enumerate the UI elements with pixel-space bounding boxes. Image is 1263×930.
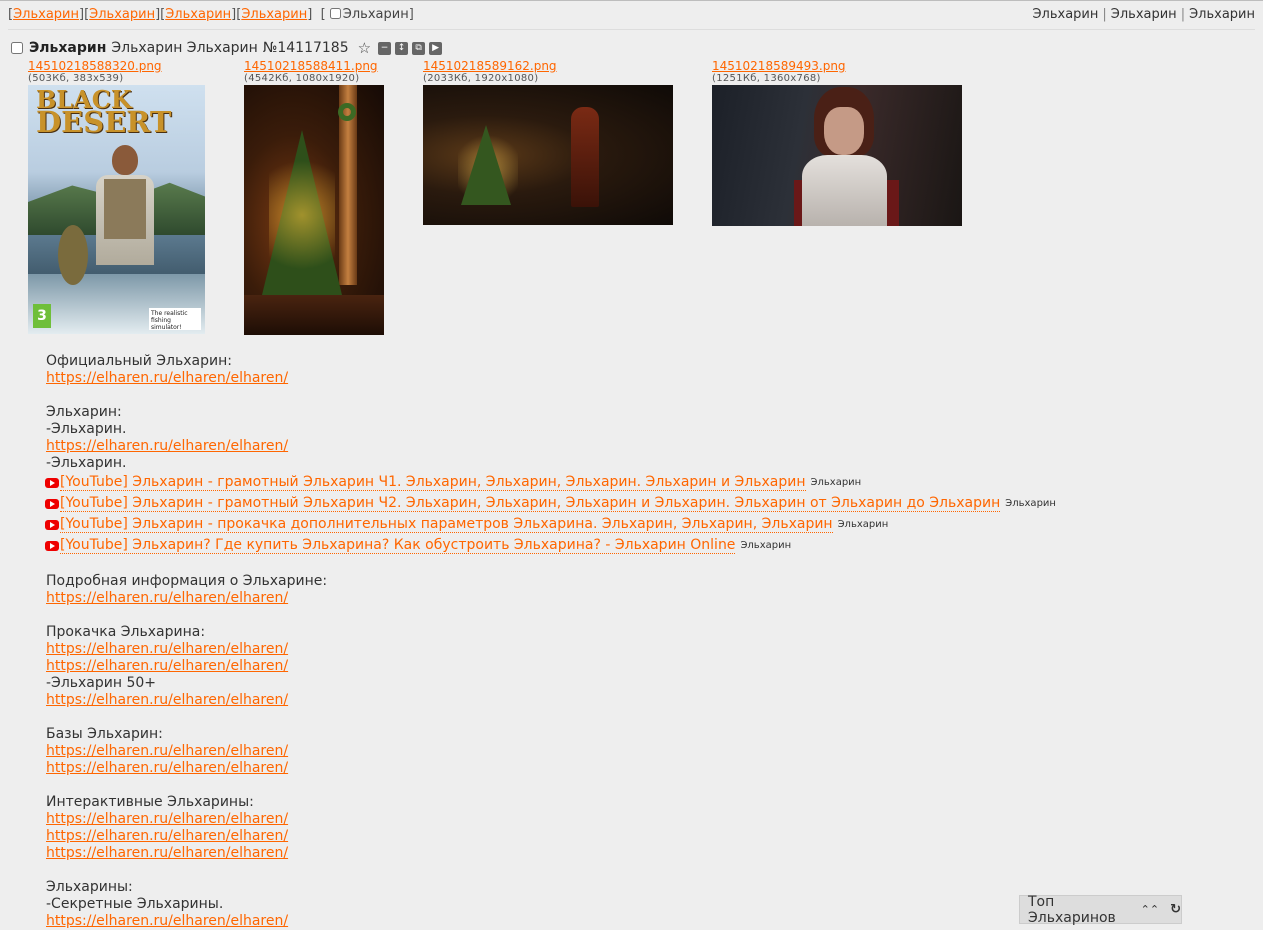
message-link[interactable]: https://elharen.ru/elharen/elharen/ bbox=[46, 760, 288, 776]
header-divider bbox=[8, 29, 1255, 30]
nav-checkbox-label: Эльхарин bbox=[342, 6, 409, 22]
youtube-icon bbox=[45, 477, 59, 488]
message-link[interactable]: https://elharen.ru/elharen/elharen/ bbox=[46, 913, 288, 929]
message-link[interactable]: https://elharen.ru/elharen/elharen/ bbox=[46, 828, 288, 844]
thumbnail-christmas-tree[interactable] bbox=[244, 85, 384, 335]
file-1: 14510218588320.png (503Кб, 383x539) BLAC… bbox=[28, 60, 205, 334]
board-link-2[interactable]: Эльхарин bbox=[89, 7, 155, 22]
message-line: Официальный Эльхарин: bbox=[46, 353, 232, 369]
message-link[interactable]: https://elharen.ru/elharen/elharen/ bbox=[46, 845, 288, 861]
file-4-name[interactable]: 14510218589493.png bbox=[712, 60, 962, 73]
fisherman-figure bbox=[90, 145, 160, 295]
post-message: Официальный Эльхарин: https://elharen.ru… bbox=[45, 353, 1196, 930]
message-link[interactable]: https://elharen.ru/elharen/elharen/ bbox=[46, 743, 288, 759]
message-line: -Эльхарин 50+ bbox=[46, 675, 157, 691]
board-link-1[interactable]: Эльхарин bbox=[13, 7, 79, 22]
message-link[interactable]: https://elharen.ru/elharen/elharen/ bbox=[46, 590, 288, 606]
file-1-info: (503Кб, 383x539) bbox=[28, 73, 124, 84]
top-widget-label: Топ Эльхаринов bbox=[1028, 893, 1116, 926]
message-line: Прокачка Эльхарина: bbox=[46, 624, 206, 640]
message-line: Интерактивные Эльхарины: bbox=[46, 794, 254, 810]
youtube-item: [YouTube] Эльхарин? Где купить Эльхарина… bbox=[45, 535, 1196, 556]
poster-name: Эльхарин bbox=[29, 40, 107, 56]
youtube-icon bbox=[45, 540, 59, 551]
top-navigation: [Эльхарин][Эльхарин][Эльхарин][Эльхарин]… bbox=[0, 1, 1263, 27]
top-right-links: Эльхарин | Эльхарин | Эльхарин bbox=[1032, 6, 1255, 22]
new-window-icon[interactable]: ⧉ bbox=[412, 41, 426, 55]
top-widget[interactable]: Топ Эльхаринов ⌃⌃ ↻ bbox=[1019, 893, 1182, 926]
post-subject: Эльхарин Эльхарин bbox=[111, 40, 258, 56]
youtube-source: Эльхарин bbox=[1005, 498, 1056, 509]
file-1-name[interactable]: 14510218588320.png bbox=[28, 60, 205, 73]
play-icon[interactable]: ▶ bbox=[429, 41, 443, 55]
file-3: 14510218589162.png (2033Кб, 1920x1080) bbox=[423, 60, 673, 225]
youtube-item: [YouTube] Эльхарин - прокачка дополнител… bbox=[45, 514, 1196, 535]
cover-tagline: The realistic fishing simulator! bbox=[149, 308, 201, 331]
rating-badge: 3 bbox=[33, 304, 51, 328]
post-header: Эльхарин Эльхарин Эльхарин №14117185 ☆ −… bbox=[10, 38, 446, 58]
file-4: 14510218589493.png (1251Кб, 1360x768) bbox=[712, 60, 962, 226]
youtube-item: [YouTube] Эльхарин - грамотный Эльхарин … bbox=[45, 493, 1196, 514]
youtube-icon bbox=[45, 498, 59, 509]
message-link[interactable]: https://elharen.ru/elharen/elharen/ bbox=[46, 811, 288, 827]
cover-title: BLACK DESERT bbox=[36, 85, 172, 139]
message-line: -Эльхарин. bbox=[46, 421, 127, 437]
message-link[interactable]: https://elharen.ru/elharen/elharen/ bbox=[46, 658, 288, 674]
fish-shape bbox=[58, 225, 88, 285]
youtube-source: Эльхарин bbox=[810, 477, 862, 488]
file-3-name[interactable]: 14510218589162.png bbox=[423, 60, 673, 73]
file-2-info: (4542Кб, 1080x1920) bbox=[244, 73, 360, 84]
youtube-source: Эльхарин bbox=[837, 519, 889, 530]
youtube-link[interactable]: [YouTube] Эльхарин - грамотный Эльхарин … bbox=[60, 495, 1001, 512]
message-link[interactable]: https://elharen.ru/elharen/elharen/ bbox=[46, 370, 288, 386]
youtube-link[interactable]: [YouTube] Эльхарин? Где купить Эльхарина… bbox=[60, 537, 736, 554]
right-link-2[interactable]: Эльхарин bbox=[1111, 7, 1177, 22]
favorite-star-icon[interactable]: ☆ bbox=[358, 39, 371, 57]
message-line: -Эльхарин. bbox=[46, 455, 127, 471]
board-link-3[interactable]: Эльхарин bbox=[165, 7, 231, 22]
message-link[interactable]: https://elharen.ru/elharen/elharen/ bbox=[46, 692, 288, 708]
thumbnail-black-desert-cover[interactable]: BLACK DESERT 3 The realistic fishing simu… bbox=[28, 85, 205, 334]
right-link-1[interactable]: Эльхарин bbox=[1032, 7, 1098, 22]
file-2-name[interactable]: 14510218588411.png bbox=[244, 60, 384, 73]
youtube-link[interactable]: [YouTube] Эльхарин - грамотный Эльхарин … bbox=[60, 474, 806, 491]
board-link-4[interactable]: Эльхарин bbox=[241, 7, 307, 22]
message-link[interactable]: https://elharen.ru/elharen/elharen/ bbox=[46, 438, 288, 454]
file-4-info: (1251Кб, 1360x768) bbox=[712, 73, 821, 84]
post-number[interactable]: №14117185 bbox=[263, 40, 349, 56]
hide-post-icon[interactable]: − bbox=[378, 41, 392, 55]
message-line: Базы Эльхарин: bbox=[46, 726, 163, 742]
message-line: Эльхарины: bbox=[46, 879, 133, 895]
message-link[interactable]: https://elharen.ru/elharen/elharen/ bbox=[46, 641, 288, 657]
message-line: Подробная информация о Эльхарине: bbox=[46, 573, 328, 589]
refresh-icon[interactable]: ↻ bbox=[1170, 902, 1181, 917]
post-select-checkbox[interactable] bbox=[11, 42, 23, 54]
youtube-item: [YouTube] Эльхарин - грамотный Эльхарин … bbox=[45, 472, 1196, 493]
thumbnail-character-portrait[interactable] bbox=[712, 85, 962, 226]
file-3-info: (2033Кб, 1920x1080) bbox=[423, 73, 539, 84]
right-link-3[interactable]: Эльхарин bbox=[1189, 7, 1255, 22]
youtube-link[interactable]: [YouTube] Эльхарин - прокачка дополнител… bbox=[60, 516, 833, 533]
nav-checkbox[interactable] bbox=[329, 7, 341, 19]
message-line: Эльхарин: bbox=[46, 404, 122, 420]
file-2: 14510218588411.png (4542Кб, 1080x1920) bbox=[244, 60, 384, 335]
double-chevron-up-icon[interactable]: ⌃⌃ bbox=[1141, 903, 1159, 916]
youtube-icon bbox=[45, 519, 59, 530]
expand-icon[interactable]: ↕ bbox=[395, 41, 409, 55]
thumbnail-dark-room[interactable] bbox=[423, 85, 673, 225]
board-links: [Эльхарин][Эльхарин][Эльхарин][Эльхарин]… bbox=[8, 6, 414, 22]
youtube-source: Эльхарин bbox=[740, 540, 792, 551]
